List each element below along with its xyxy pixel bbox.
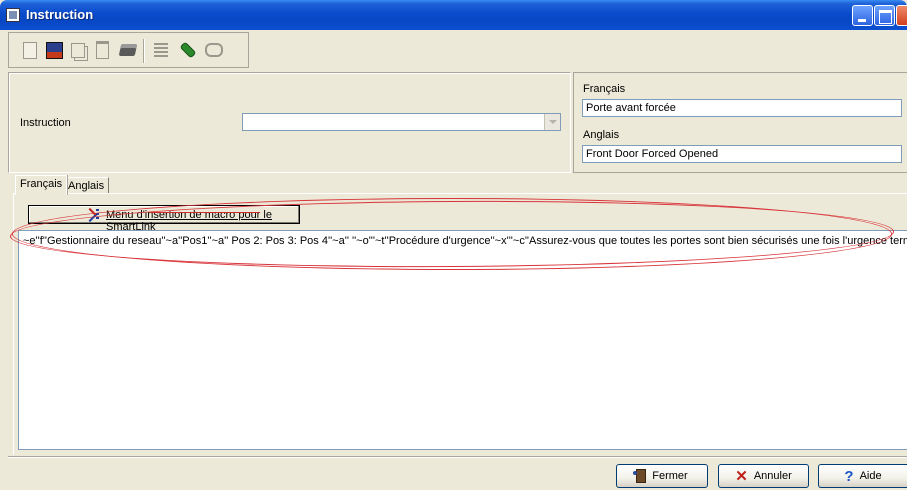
annotation-strike xyxy=(150,212,260,213)
print-icon[interactable] xyxy=(117,39,139,61)
tab-anglais[interactable]: Anglais xyxy=(63,177,110,193)
delete-icon[interactable] xyxy=(91,39,113,61)
search-icon[interactable] xyxy=(203,39,225,61)
new-icon[interactable] xyxy=(19,39,41,61)
annuler-label: Annuler xyxy=(753,470,792,482)
title-bar[interactable]: Instruction xyxy=(0,0,907,30)
instruction-combo[interactable] xyxy=(242,113,561,131)
macro-icon xyxy=(85,208,99,221)
save-icon[interactable] xyxy=(43,39,65,61)
close-button[interactable] xyxy=(896,5,907,26)
instruction-text-editor[interactable]: ~e''f''Gestionnaire du reseau''~a''Pos1'… xyxy=(18,230,907,450)
chevron-down-icon[interactable] xyxy=(544,114,560,130)
list-icon[interactable] xyxy=(150,39,172,61)
editor-text: ~e''f''Gestionnaire du reseau''~a''Pos1'… xyxy=(23,235,907,247)
francais-field[interactable]: Porte avant forcée xyxy=(582,99,902,117)
toolbar-separator xyxy=(143,39,145,63)
minimize-button[interactable] xyxy=(852,5,873,26)
anglais-label: Anglais xyxy=(583,129,620,141)
aide-label: Aide xyxy=(859,470,882,482)
help-icon: ? xyxy=(844,467,854,485)
app-icon xyxy=(6,8,20,22)
maximize-button[interactable] xyxy=(874,5,895,26)
aide-button[interactable]: ? Aide xyxy=(818,464,907,488)
toolbar xyxy=(8,32,249,68)
annuler-button[interactable]: ✕ Annuler xyxy=(718,464,809,488)
cancel-icon: ✕ xyxy=(735,467,748,485)
tab-francais[interactable]: Français xyxy=(15,175,68,195)
window-title: Instruction xyxy=(26,7,94,22)
copy-icon[interactable] xyxy=(67,39,89,61)
fermer-button[interactable]: Fermer xyxy=(616,464,708,488)
francais-label: Français xyxy=(583,83,626,95)
door-icon xyxy=(633,469,647,483)
link-icon[interactable] xyxy=(177,39,199,61)
instruction-label: Instruction xyxy=(20,117,71,129)
macro-insert-button[interactable]: Menu d'insertion de macro pour le SmartL… xyxy=(28,205,300,233)
anglais-field[interactable]: Front Door Forced Opened xyxy=(582,145,902,163)
fermer-label: Fermer xyxy=(652,470,688,482)
